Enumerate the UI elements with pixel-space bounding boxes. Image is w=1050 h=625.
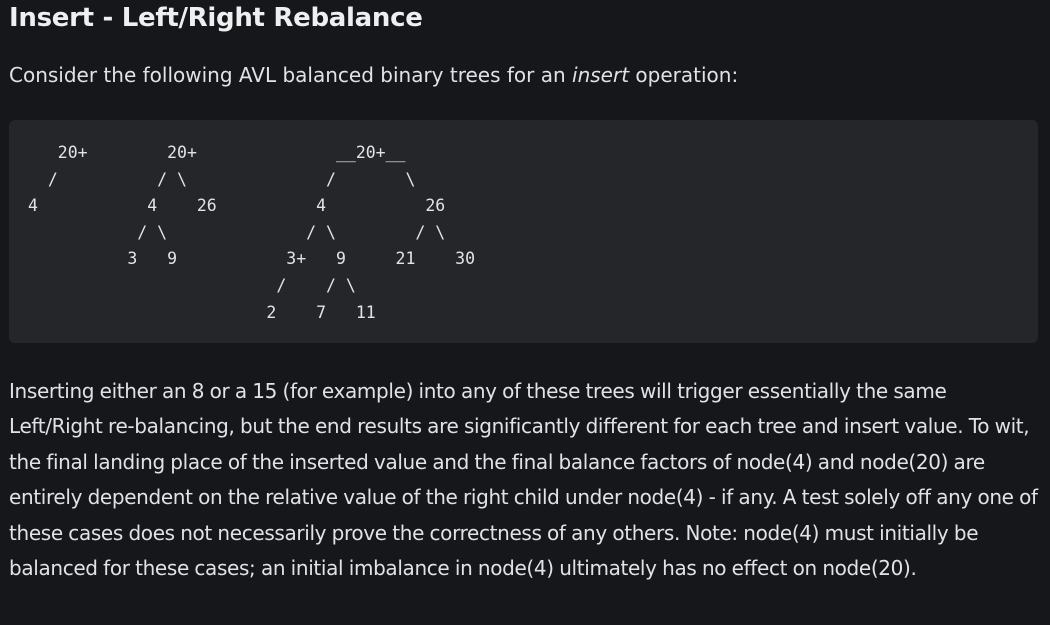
explanation-paragraph: Inserting either an 8 or a 15 (for examp… [9, 379, 1038, 581]
code-block: 20+ 20+ __20+__ / / \ / \ 4 4 26 4 26 / … [9, 120, 1038, 343]
avl-tree-diagrams: 20+ 20+ __20+__ / / \ / \ 4 4 26 4 26 / … [28, 143, 476, 322]
intro-emphasis: insert [572, 63, 630, 87]
intro-text-start: Consider the following AVL balanced bina… [9, 63, 573, 87]
intro-text-end: operation: [629, 63, 739, 87]
section-heading: Insert - Left/Right Rebalance [9, 3, 423, 33]
intro-text: Consider the following AVL balanced bina… [9, 60, 738, 90]
